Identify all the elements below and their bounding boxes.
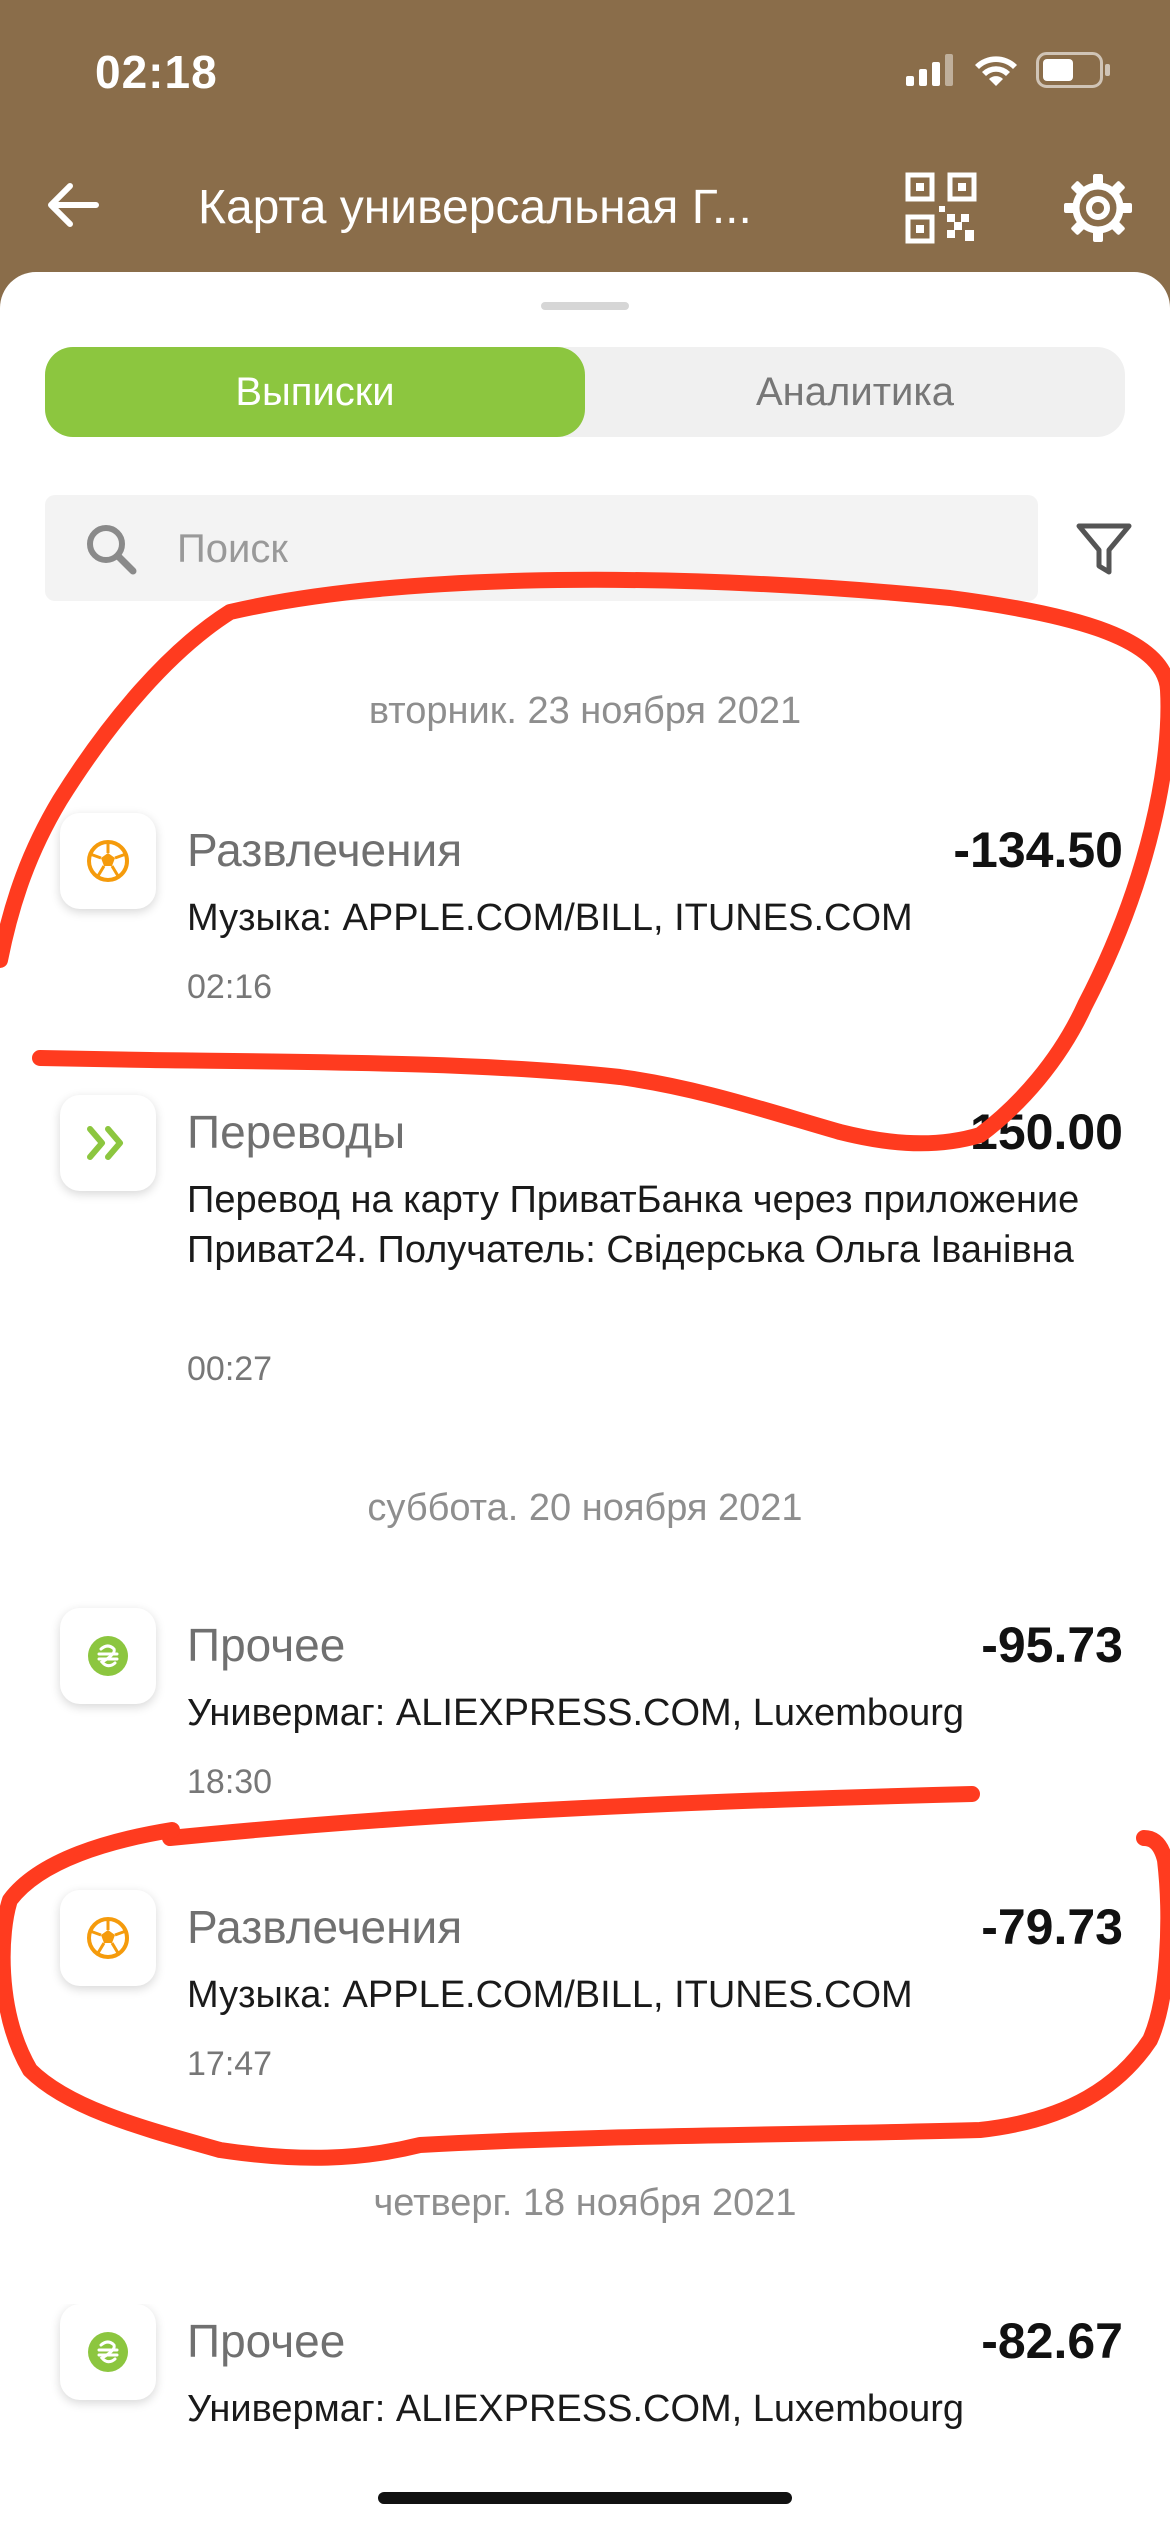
transaction-description: Универмаг: ALIEXPRESS.COM, Luxembourg: [187, 2388, 965, 2430]
filter-icon: [1076, 523, 1132, 575]
settings-button[interactable]: [1062, 172, 1142, 252]
gear-icon: [1064, 174, 1132, 242]
wifi-icon: [975, 56, 1017, 86]
category-icon-box: [60, 2304, 156, 2400]
date-header: вторник. 23 ноября 2021: [368, 690, 802, 732]
status-bar: 02:18: [0, 0, 1170, 150]
transaction-amount: -134.50: [953, 822, 1123, 878]
transaction-amount: -82.67: [981, 2313, 1123, 2369]
tab-statements[interactable]: Выписки: [45, 347, 585, 437]
transaction-time: 02:16: [187, 968, 273, 1006]
transaction-time: 17:47: [187, 2045, 273, 2083]
category-icon-box: [60, 813, 156, 909]
transaction-amount: -95.73: [981, 1617, 1123, 1673]
cellular-signal-icon: [906, 54, 953, 86]
category-icon-box: [60, 1608, 156, 1704]
transaction-category: Развлечения: [187, 824, 463, 876]
soccer-ball-icon: [87, 1917, 129, 1959]
nav-bar: Карта универсальная Г...: [0, 150, 1170, 275]
battery-icon: [1036, 52, 1110, 88]
transaction-description: Музыка: APPLE.COM/BILL, ITUNES.COM: [187, 1974, 913, 2016]
back-button[interactable]: [38, 170, 108, 240]
page-title: Карта универсальная Г...: [198, 181, 752, 234]
double-chevron-icon: [87, 1126, 123, 1160]
segmented-control: Выписки Аналитика: [45, 347, 1125, 437]
search-input[interactable]: [175, 495, 999, 603]
search-box: [45, 495, 1038, 603]
status-time: 02:18: [95, 46, 218, 98]
category-icon-box: [60, 1095, 156, 1191]
sheet-grabber[interactable]: [541, 302, 629, 310]
qr-code-icon: [905, 172, 977, 244]
transaction-description: Перевод на карту ПриватБанка через прило…: [187, 1179, 1080, 1271]
transaction-amount: -79.73: [981, 1899, 1123, 1955]
qr-code-button[interactable]: [905, 172, 985, 252]
transaction-row[interactable]: Прочее -82.67 Универмаг: ALIEXPRESS.COM,…: [0, 2304, 1170, 2500]
soccer-ball-icon: [87, 840, 129, 882]
status-icons: [906, 52, 1112, 88]
transaction-category: Прочее: [187, 2315, 346, 2367]
transaction-category: Переводы: [187, 1106, 406, 1158]
filter-button[interactable]: [1075, 520, 1133, 583]
transaction-description: Музыка: APPLE.COM/BILL, ITUNES.COM: [187, 897, 913, 939]
transaction-time: 18:30: [187, 1763, 273, 1801]
transaction-amount: -150.00: [953, 1104, 1123, 1160]
transaction-category: Развлечения: [187, 1901, 463, 1953]
search-icon: [87, 525, 137, 575]
date-header: четверг. 18 ноября 2021: [373, 2182, 797, 2224]
transaction-category: Прочее: [187, 1619, 346, 1671]
hryvnia-icon: [88, 1636, 128, 1676]
statement-sheet: Выписки Аналитика вторник. 23 ноября 202…: [0, 272, 1170, 2532]
tab-analytics[interactable]: Аналитика: [585, 347, 1125, 437]
transaction-time: 00:27: [187, 1350, 273, 1388]
category-icon-box: [60, 1890, 156, 1986]
transaction-description: Универмаг: ALIEXPRESS.COM, Luxembourg: [187, 1692, 965, 1734]
home-indicator[interactable]: [378, 2492, 792, 2504]
hryvnia-icon: [88, 2332, 128, 2372]
date-header: суббота. 20 ноября 2021: [367, 1487, 803, 1529]
arrow-left-icon: [48, 183, 99, 227]
